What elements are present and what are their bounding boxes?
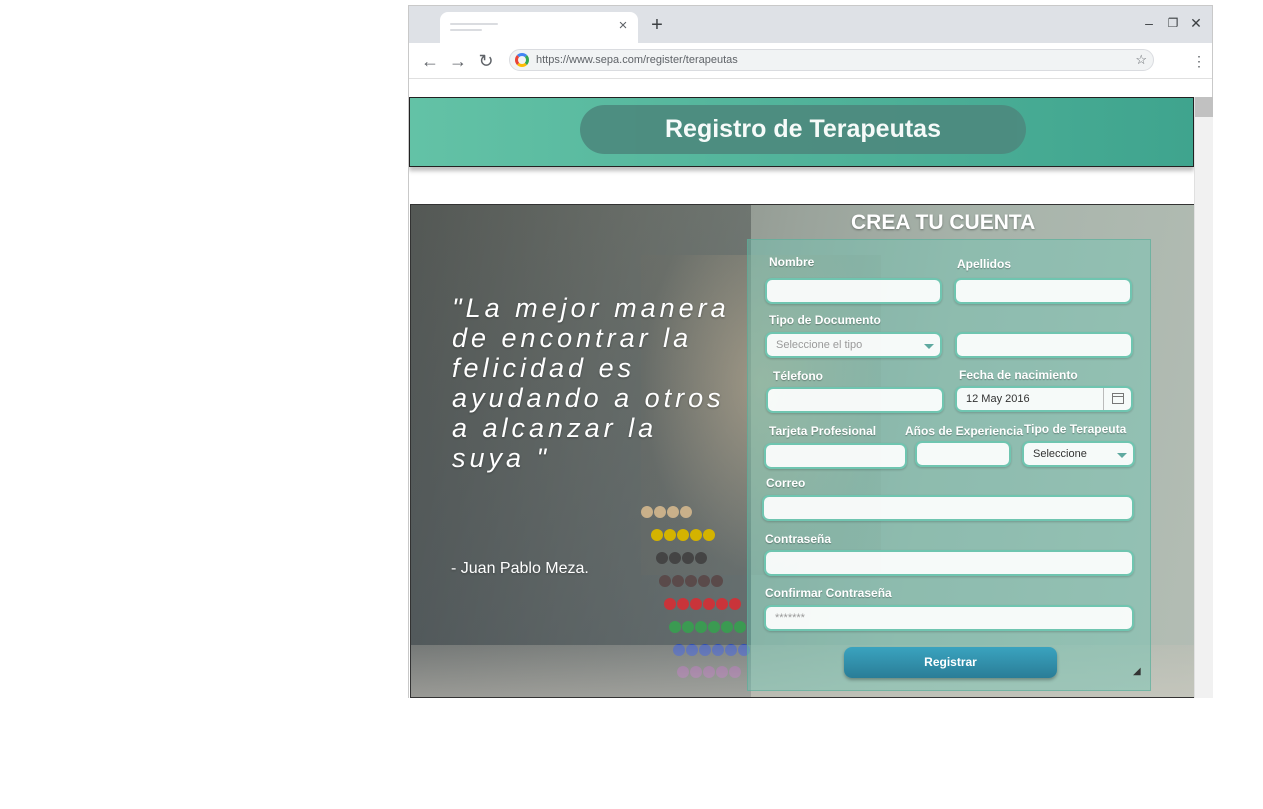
- correo-input[interactable]: [762, 495, 1134, 521]
- calendar-button[interactable]: [1103, 388, 1131, 410]
- fecha-nacimiento-label: Fecha de nacimiento: [959, 368, 1078, 382]
- tab-title-placeholder-2: [450, 29, 482, 31]
- tipo-documento-placeholder: Seleccione el tipo: [776, 339, 863, 351]
- tipo-documento-select[interactable]: Seleccione el tipo: [765, 332, 942, 358]
- page-viewport: Registro de Terapeutas "La mejor manera …: [409, 97, 1194, 698]
- tab-close-icon[interactable]: ×: [616, 18, 630, 33]
- back-icon[interactable]: ←: [420, 51, 440, 71]
- minimize-icon[interactable]: –: [1140, 14, 1158, 32]
- fecha-nacimiento-input[interactable]: 12 May 2016: [955, 386, 1133, 412]
- telefono-input[interactable]: [766, 387, 944, 413]
- tarjeta-profesional-label: Tarjeta Profesional: [769, 424, 877, 438]
- tipo-terapeuta-label: Tipo de Terapeuta: [1024, 422, 1127, 436]
- fecha-nacimiento-value: 12 May 2016: [966, 393, 1030, 405]
- confirmar-contrasena-label: Confirmar Contraseña: [765, 586, 892, 600]
- restore-icon[interactable]: ❐: [1164, 14, 1182, 32]
- reload-icon[interactable]: ↻: [476, 51, 496, 71]
- browser-tab[interactable]: ×: [440, 12, 638, 43]
- anos-experiencia-input[interactable]: [915, 441, 1011, 467]
- telefono-label: Télefono: [773, 369, 823, 383]
- numero-documento-input[interactable]: [955, 332, 1133, 358]
- nombre-label: Nombre: [769, 255, 815, 269]
- tipo-terapeuta-value: Seleccione: [1033, 448, 1087, 460]
- bookmark-star-icon[interactable]: ☆: [1135, 50, 1147, 70]
- tipo-documento-label: Tipo de Documento: [769, 313, 881, 327]
- chevron-down-icon: [1117, 453, 1127, 458]
- page-scrollbar[interactable]: [1194, 97, 1213, 698]
- apellidos-label: Apellidos: [957, 257, 1012, 271]
- nombre-input[interactable]: [765, 278, 942, 304]
- tipo-terapeuta-select[interactable]: Seleccione: [1022, 441, 1135, 467]
- confirmar-contrasena-value: *******: [775, 612, 805, 624]
- window-close-icon[interactable]: ✕: [1187, 14, 1205, 32]
- calendar-icon: [1112, 393, 1124, 404]
- tarjeta-profesional-input[interactable]: [764, 443, 907, 469]
- new-tab-icon[interactable]: +: [647, 15, 667, 35]
- contrasena-label: Contraseña: [765, 532, 832, 546]
- address-bar[interactable]: https://www.sepa.com/register/terapeutas…: [509, 49, 1154, 71]
- correo-label: Correo: [766, 476, 806, 490]
- scrollbar-thumb[interactable]: [1195, 97, 1213, 117]
- quote-author: - Juan Pablo Meza.: [451, 560, 589, 577]
- registrar-button[interactable]: Registrar: [844, 647, 1057, 678]
- anos-experiencia-label: Años de Experiencia: [905, 424, 1024, 438]
- google-icon: [515, 53, 529, 67]
- browser-menu-icon[interactable]: ⋮: [1192, 51, 1206, 71]
- apellidos-input[interactable]: [954, 278, 1132, 304]
- form-title: CREA TU CUENTA: [851, 211, 1036, 234]
- hero-quote: "La mejor manera de encontrar la felicid…: [452, 293, 730, 473]
- hero-section: "La mejor manera de encontrar la felicid…: [410, 204, 1194, 698]
- tab-strip: × + – ❐ ✕: [409, 6, 1212, 43]
- browser-toolbar: ← → ↻ https://www.sepa.com/register/tera…: [409, 43, 1212, 79]
- chevron-down-icon: [924, 344, 934, 349]
- url-text: https://www.sepa.com/register/terapeutas: [536, 54, 738, 66]
- page-header: Registro de Terapeutas: [409, 97, 1194, 167]
- browser-window: × + – ❐ ✕ ← → ↻ https://www.sepa.com/reg…: [408, 5, 1213, 698]
- tab-title-placeholder: [450, 23, 498, 25]
- resize-grip-icon[interactable]: ◢: [1133, 667, 1143, 677]
- forward-icon[interactable]: →: [448, 51, 468, 71]
- page-title: Registro de Terapeutas: [580, 105, 1026, 154]
- contrasena-input[interactable]: [764, 550, 1134, 576]
- confirmar-contrasena-input[interactable]: *******: [764, 605, 1134, 631]
